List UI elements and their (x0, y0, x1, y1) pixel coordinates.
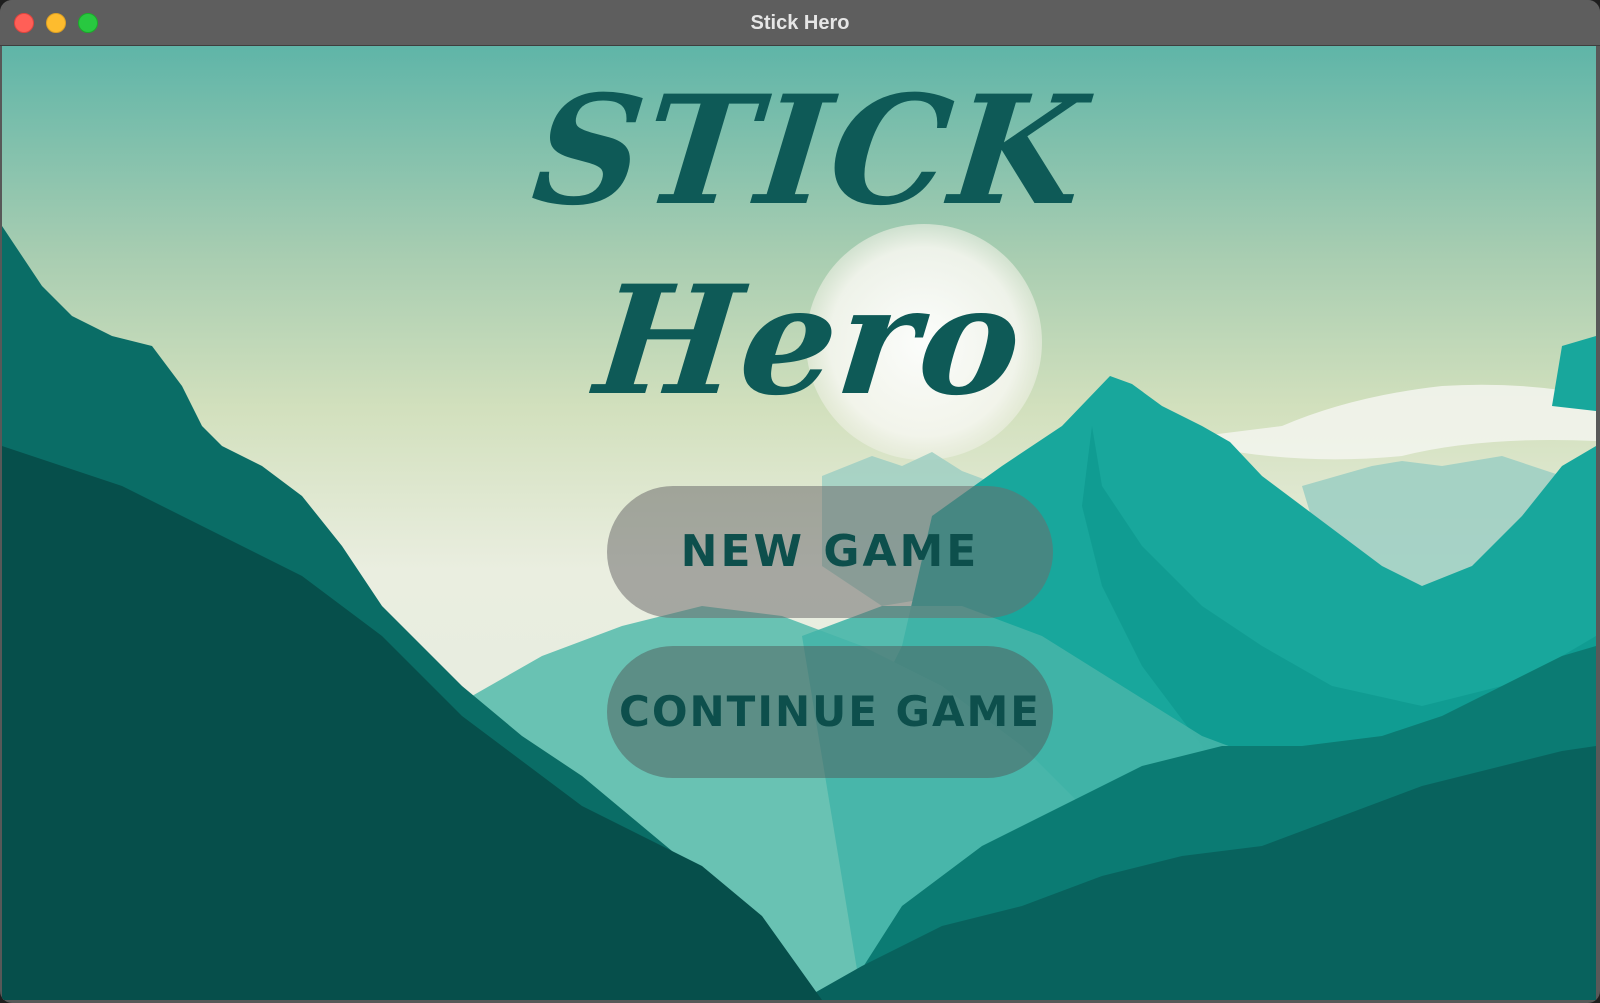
game-title-hero: Hero (588, 253, 1032, 429)
new-game-button[interactable]: NEW GAME (607, 486, 1053, 618)
game-canvas: STICK Hero NEW GAME CONTINUE GAME (2, 46, 1596, 1000)
app-window: Stick Hero STICK Hero NEW GAME CONTINUE … (0, 0, 1600, 1003)
game-title-stick: STICK (525, 63, 1095, 239)
continue-game-button[interactable]: CONTINUE GAME (607, 646, 1053, 778)
title-bar: Stick Hero (0, 0, 1600, 46)
window-title: Stick Hero (750, 12, 850, 34)
